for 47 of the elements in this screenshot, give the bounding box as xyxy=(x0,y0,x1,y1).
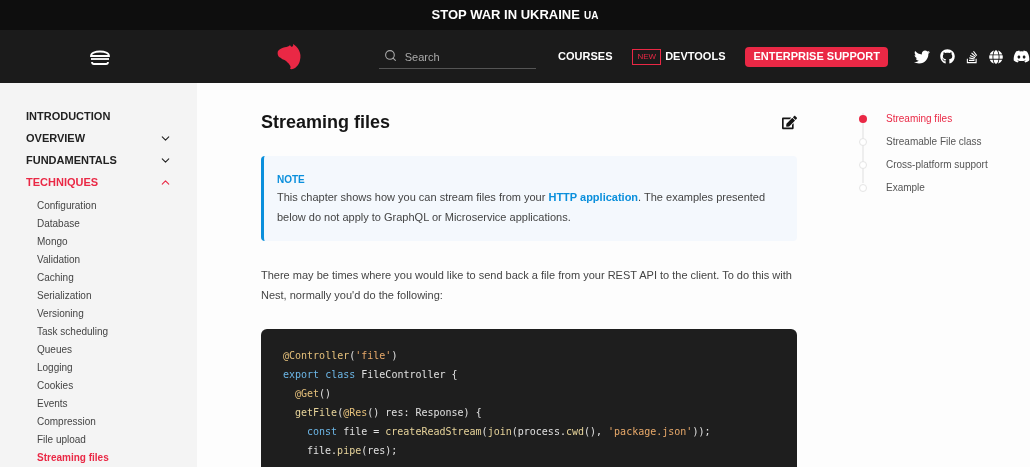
sidebar-item[interactable]: Logging xyxy=(37,359,172,377)
sidebar-item[interactable]: Streaming files xyxy=(37,449,172,467)
banner-text: STOP WAR IN UKRAINE xyxy=(431,6,580,25)
sidebar-item[interactable]: Mongo xyxy=(37,233,172,251)
code-line: export class FileController { xyxy=(283,368,459,382)
note-label: NOTE xyxy=(277,173,306,187)
sidebar-section[interactable]: INTRODUCTION xyxy=(26,107,111,125)
code-line: getFile(@Res() res: Response) { xyxy=(294,406,483,420)
sidebar-item[interactable]: Compression xyxy=(37,413,172,431)
code-line: const file = createReadStream(join(process.cwd(), 'package.json')); xyxy=(306,425,712,439)
toc-link[interactable]: Cross-platform support xyxy=(886,157,988,172)
sidebar-item[interactable]: Configuration xyxy=(37,197,172,215)
toc-link[interactable]: Streaming files xyxy=(886,111,953,126)
sidebar-item[interactable]: File upload xyxy=(37,431,172,449)
note-text: This chapter shows how you can stream files from your HTTP application. The examples presented below do not apply to GraphQL or Microservice applications. xyxy=(277,190,767,225)
sidebar-item[interactable]: Database xyxy=(37,215,172,233)
sidebar-item[interactable]: Validation xyxy=(37,251,172,269)
enterprise-support-button[interactable]: ENTERPRISE SUPPORT xyxy=(745,46,888,67)
sidebar-item[interactable]: Serialization xyxy=(37,287,172,305)
banner-suffix: UA xyxy=(583,8,599,23)
edit-icon[interactable] xyxy=(782,115,797,130)
discord-icon[interactable] xyxy=(1013,48,1030,65)
sidebar-item[interactable]: Task scheduling xyxy=(37,323,172,341)
globe-icon[interactable] xyxy=(989,49,1003,64)
sidebar-section[interactable]: TECHNIQUES xyxy=(26,173,99,191)
article-title: Streaming files xyxy=(261,111,391,134)
sidebar-item[interactable]: Events xyxy=(37,395,172,413)
code-line: @Get() xyxy=(294,387,333,401)
code-line: file.pipe(res); xyxy=(306,444,399,458)
intro-paragraph: There may be times where you would like to send back a file from your REST API to the client. To do this with Nest, normally you'd do the following: xyxy=(261,268,793,303)
sidebar-item[interactable]: Queues xyxy=(37,341,172,359)
sidebar-item[interactable]: Versioning xyxy=(37,305,172,323)
stack-icon[interactable] xyxy=(965,49,979,64)
github-icon[interactable] xyxy=(940,49,955,64)
sidebar-section[interactable]: FUNDAMENTALS xyxy=(26,151,117,169)
nav-link[interactable]: COURSES xyxy=(558,48,613,65)
toc-link[interactable]: Example xyxy=(886,180,925,195)
nav-link[interactable]: DEVTOOLS xyxy=(665,48,726,65)
search-field[interactable]: Search xyxy=(378,45,537,70)
search-icon xyxy=(383,48,397,62)
toc-link[interactable]: Streamable File class xyxy=(886,134,982,149)
twitter-icon[interactable] xyxy=(914,48,930,65)
new-badge: NEW xyxy=(632,48,662,65)
sidebar-item[interactable]: Caching xyxy=(37,269,172,287)
sidebar-item[interactable]: Cookies xyxy=(37,377,172,395)
sidebar-section[interactable]: OVERVIEW xyxy=(26,129,86,147)
code-line: @Controller('file') xyxy=(283,349,399,363)
